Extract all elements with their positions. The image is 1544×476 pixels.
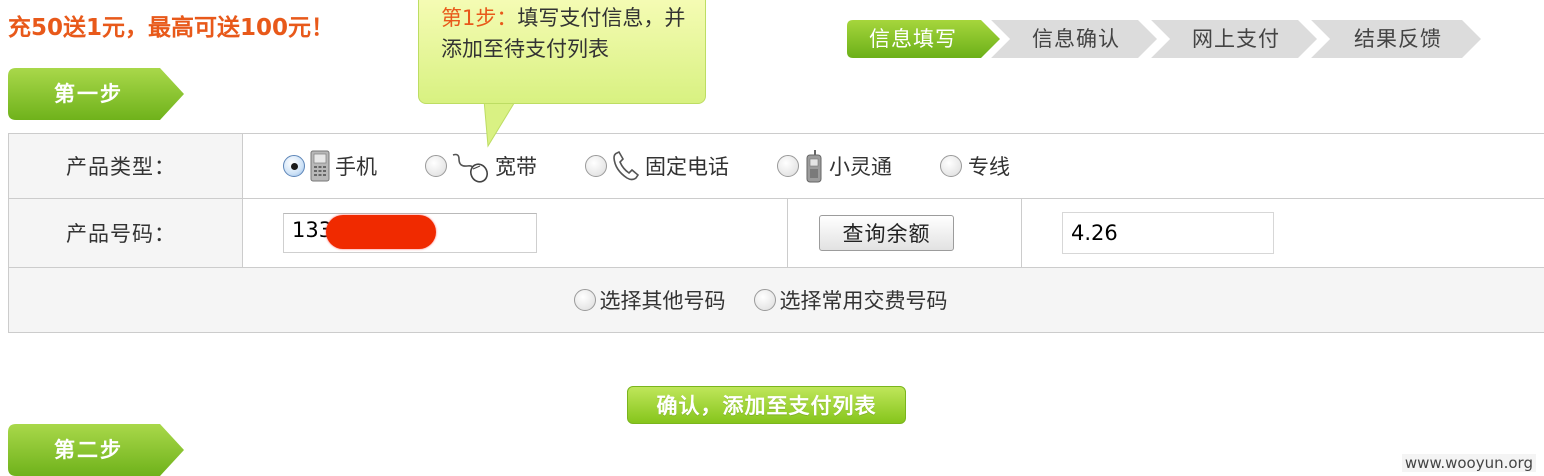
- select-other-number-label: 选择其他号码: [600, 285, 726, 315]
- balance-field: 4.26: [1062, 212, 1274, 254]
- redaction-mark: [326, 215, 436, 249]
- product-type-mobile-label: 手机: [335, 151, 377, 181]
- query-balance-button[interactable]: 查询余额: [819, 215, 954, 251]
- number-options-group: 选择其他号码 选择常用交费号码: [9, 268, 1544, 332]
- balance-cell: 4.26: [1022, 199, 1544, 268]
- step1-header: 第一步: [8, 68, 188, 120]
- telephone-icon: [611, 150, 641, 182]
- select-other-number-option[interactable]: 选择其他号码: [574, 285, 726, 315]
- product-type-row: 产品类型：: [9, 134, 1544, 199]
- step1-title: 第一步: [54, 68, 123, 120]
- radio-phs[interactable]: [777, 155, 799, 177]
- product-type-label: 产品类型：: [9, 134, 243, 199]
- progress-step-1: 信息填写: [869, 20, 957, 58]
- product-type-landline[interactable]: 固定电话: [585, 150, 729, 182]
- number-options-cell: 选择其他号码 选择常用交费号码: [9, 268, 1544, 333]
- radio-landline[interactable]: [585, 155, 607, 177]
- progress-step-result-shape: 结果反馈: [1309, 20, 1483, 58]
- query-balance-cell: 查询余额: [788, 199, 1022, 268]
- radio-broadband[interactable]: [425, 155, 447, 177]
- product-type-private-line[interactable]: 专线: [940, 151, 1010, 181]
- product-type-phs-label: 小灵通: [829, 151, 892, 181]
- progress-step-2: 信息确认: [1032, 20, 1120, 58]
- product-type-private-line-label: 专线: [968, 151, 1010, 181]
- radio-private-line[interactable]: [940, 155, 962, 177]
- product-type-options-cell: 手机 宽带: [243, 134, 1544, 199]
- tooltip-tail: [480, 100, 520, 148]
- select-frequent-number-label: 选择常用交费号码: [780, 285, 948, 315]
- radio-other-number[interactable]: [574, 289, 596, 311]
- select-frequent-number-option[interactable]: 选择常用交费号码: [754, 285, 948, 315]
- tooltip-step-label: 第1步：: [441, 6, 517, 30]
- progress-step-fill: 信息填写: [847, 20, 1002, 58]
- product-number-cell: 133: [243, 199, 788, 268]
- product-number-input[interactable]: 133: [283, 213, 537, 253]
- watermark: www.wooyun.org: [1402, 454, 1536, 472]
- progress-steps: 信息填写 信息确认 网上支付 结果反馈: [847, 20, 1487, 58]
- step2-title: 第二步: [54, 424, 123, 476]
- product-number-label: 产品号码：: [9, 199, 243, 268]
- radio-mobile[interactable]: [283, 155, 305, 177]
- step2-header: 第二步: [8, 424, 188, 476]
- product-number-row: 产品号码： 133 查询余额 4.26: [9, 199, 1544, 268]
- payment-form-table: 产品类型：: [8, 133, 1544, 333]
- mobile-phone-icon: [309, 150, 331, 182]
- progress-step-confirm-shape: 信息确认: [989, 20, 1159, 58]
- product-type-mobile[interactable]: 手机: [283, 150, 377, 182]
- product-type-phs[interactable]: 小灵通: [777, 149, 892, 183]
- product-type-broadband[interactable]: 宽带: [425, 149, 537, 183]
- progress-step-3: 网上支付: [1192, 20, 1280, 58]
- step-tooltip: 第1步：填写支付信息，并添加至待支付列表: [418, 0, 706, 104]
- product-type-radio-group: 手机 宽带: [243, 134, 1544, 198]
- progress-step-pay-shape: 网上支付: [1149, 20, 1319, 58]
- progress-step-4: 结果反馈: [1354, 20, 1442, 58]
- cellphone-icon: [803, 149, 825, 183]
- radio-frequent-number[interactable]: [754, 289, 776, 311]
- product-type-landline-label: 固定电话: [645, 151, 729, 181]
- confirm-add-to-payment-list-button[interactable]: 确认，添加至支付列表: [627, 386, 906, 424]
- promo-headline: 充50送1元，最高可送100元！: [8, 8, 334, 42]
- product-type-broadband-label: 宽带: [495, 151, 537, 181]
- number-options-row: 选择其他号码 选择常用交费号码: [9, 268, 1544, 333]
- mouse-icon: [451, 149, 491, 183]
